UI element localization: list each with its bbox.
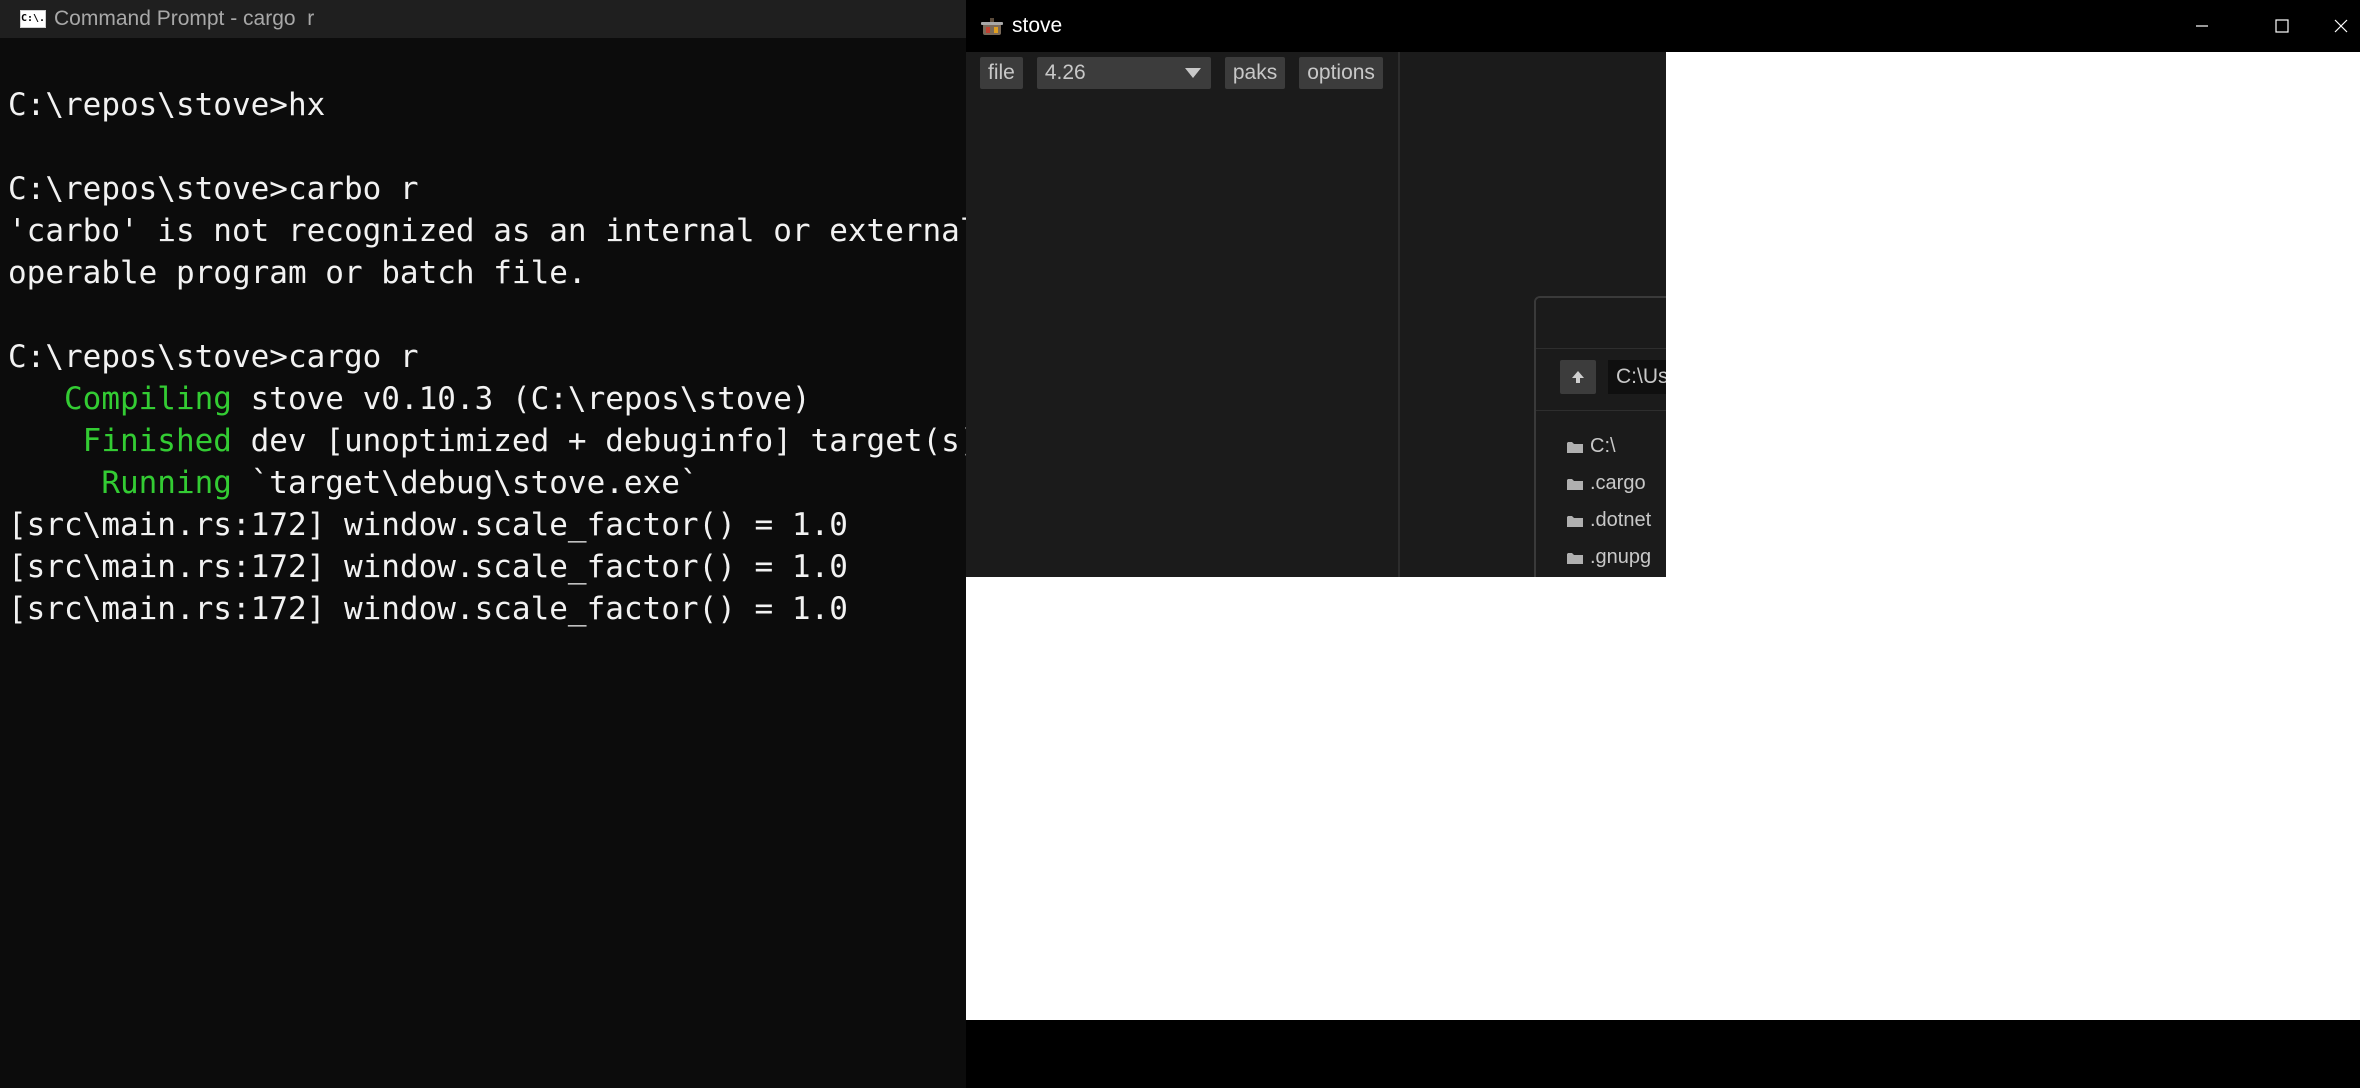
terminal-text: C:\repos\stove>hx [8, 87, 326, 123]
minimize-icon [2196, 25, 2208, 27]
version-dropdown[interactable]: 4.26 [1036, 57, 1211, 89]
terminal-text: stove v0.10.3 (C:\repos\stove) [231, 381, 811, 417]
terminal-text: `target\debug\stove.exe` [231, 465, 699, 501]
terminal-text: C:\repos\stove>carbo r [8, 171, 419, 207]
directory-item[interactable]: .gnupg [1566, 539, 1651, 576]
command-prompt-window[interactable]: C:\. Command Prompt - cargo r C:\repos\s… [0, 0, 967, 1088]
close-icon [2334, 19, 2348, 33]
cmd-icon: C:\. [20, 10, 46, 28]
terminal-line: [src\main.rs:172] window.scale_factor() … [8, 546, 966, 588]
unrendered-area [1666, 52, 2360, 577]
terminal-text: [src\main.rs:172] window.scale_factor() … [8, 591, 848, 627]
terminal-line: operable program or batch file. [8, 252, 966, 294]
terminal-status-word: Compiling [8, 381, 232, 417]
folder-icon [1567, 441, 1583, 453]
terminal-status-word: Running [8, 465, 232, 501]
folder-icon [1567, 478, 1583, 490]
terminal-line: Finished dev [unoptimized + debuginfo] t… [8, 420, 966, 462]
file-menu-button[interactable]: file [980, 57, 1023, 89]
stove-window-title: stove [1012, 14, 1063, 37]
stove-titlebar[interactable]: stove [966, 0, 2360, 52]
terminal-output[interactable]: C:\repos\stove>hx C:\repos\stove>carbo r '… [8, 84, 966, 630]
terminal-line: Compiling stove v0.10.3 (C:\repos\stove) [8, 378, 966, 420]
folder-icon [1567, 515, 1583, 527]
chevron-down-icon [1184, 68, 1201, 78]
unrendered-area-bottom [966, 577, 2360, 1020]
terminal-line: Running `target\debug\stove.exe` [8, 462, 966, 504]
maximize-icon [2275, 19, 2289, 33]
terminal-text: operable program or batch file. [8, 255, 587, 291]
minimize-button[interactable] [2162, 0, 2242, 52]
stove-pot-icon [981, 18, 1003, 35]
arrow-up-icon [1572, 371, 1584, 383]
terminal-text: [src\main.rs:172] window.scale_factor() … [8, 507, 848, 543]
directory-item-label: .gnupg [1590, 546, 1652, 568]
version-dropdown-value: 4.26 [1044, 61, 1086, 84]
directory-item-label: .dotnet [1590, 509, 1652, 531]
terminal-line: C:\repos\stove>carbo r [8, 168, 966, 210]
folder-icon [1567, 552, 1583, 564]
terminal-line: [src\main.rs:172] window.scale_factor() … [8, 588, 966, 630]
maximize-button[interactable] [2242, 0, 2322, 52]
directory-item[interactable]: C:\ [1566, 428, 1651, 465]
directory-item-label: C:\ [1590, 435, 1616, 457]
directory-item[interactable]: .dotnet [1566, 502, 1651, 539]
paks-button[interactable]: paks [1224, 57, 1286, 89]
parent-directory-button[interactable] [1560, 360, 1596, 394]
terminal-line: C:\repos\stove>cargo r [8, 336, 966, 378]
terminal-text: dev [unoptimized + debuginfo] target(s) … [250, 423, 967, 459]
terminal-line: [src\main.rs:172] window.scale_factor() … [8, 504, 966, 546]
close-button[interactable] [2322, 0, 2360, 52]
terminal-line: 'carbo' is not recognized as an internal… [8, 210, 966, 252]
stove-client-area: file 4.26 paks options C:\Users\ C:\ .car… [966, 52, 1698, 600]
window-bottom-strip [966, 1020, 2360, 1088]
cmd-window-title: Command Prompt - cargo r [54, 7, 315, 30]
directory-item-label: .cargo [1590, 472, 1646, 494]
terminal-text: 'carbo' is not recognized as an internal… [8, 213, 967, 249]
cmd-titlebar[interactable]: C:\. Command Prompt - cargo r [0, 0, 966, 38]
side-panel: file 4.26 paks options [966, 52, 1400, 577]
terminal-text: [src\main.rs:172] window.scale_factor() … [8, 549, 848, 585]
options-button[interactable]: options [1299, 57, 1383, 89]
terminal-text: C:\repos\stove>cargo r [8, 339, 419, 375]
stove-window[interactable]: stove file 4.26 paks options C:\Users\ C… [966, 0, 2360, 1088]
toolbar: file 4.26 paks options [980, 57, 1383, 89]
directory-list: C:\ .cargo .dotnet .gnupg [1566, 428, 1651, 576]
directory-item[interactable]: .cargo [1566, 465, 1651, 502]
terminal-status-word: Finished [8, 423, 232, 459]
terminal-line: C:\repos\stove>hx [8, 84, 966, 126]
